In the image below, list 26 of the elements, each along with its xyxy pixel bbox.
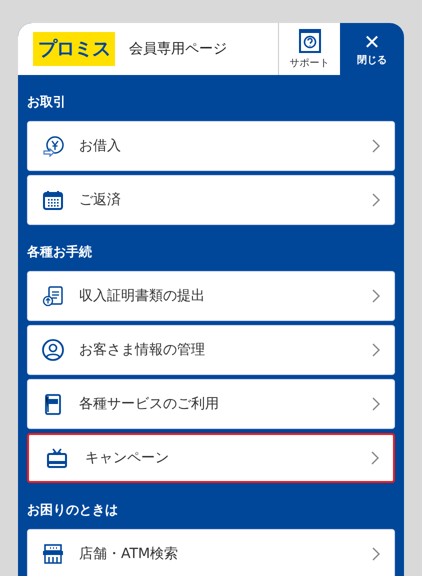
logo: プロミス	[33, 32, 115, 66]
menu-item[interactable]: お客さま情報の管理	[27, 325, 395, 375]
chevron-right-icon	[372, 193, 380, 207]
chevron-right-icon	[372, 547, 380, 561]
menu-item[interactable]: お借入	[27, 121, 395, 171]
store-icon	[41, 542, 65, 566]
calendar-icon	[41, 188, 65, 212]
menu-item[interactable]: 収入証明書類の提出	[27, 271, 395, 321]
section-heading: 各種お手続	[26, 244, 93, 262]
close-button[interactable]: ✕ 閉じる	[340, 23, 404, 75]
yen-coin-icon	[41, 134, 65, 158]
page-title: 会員専用ページ	[129, 40, 227, 58]
menu-item[interactable]: ご返済	[27, 175, 395, 225]
section-heading: お困りのときは	[26, 502, 119, 520]
document-upload-icon	[41, 284, 65, 308]
chevron-right-icon	[372, 289, 380, 303]
menu-item[interactable]: 店舗・ATM検索	[27, 529, 395, 576]
chevron-right-icon	[371, 451, 379, 465]
chevron-right-icon	[372, 343, 380, 357]
help-icon	[298, 28, 320, 52]
section-heading: お取引	[26, 94, 67, 112]
menu-item[interactable]: 各種サービスのご利用	[27, 379, 395, 429]
chevron-right-icon	[372, 397, 380, 411]
person-icon	[41, 338, 65, 362]
menu-item[interactable]: キャンペーン	[27, 433, 395, 483]
chevron-right-icon	[372, 139, 380, 153]
